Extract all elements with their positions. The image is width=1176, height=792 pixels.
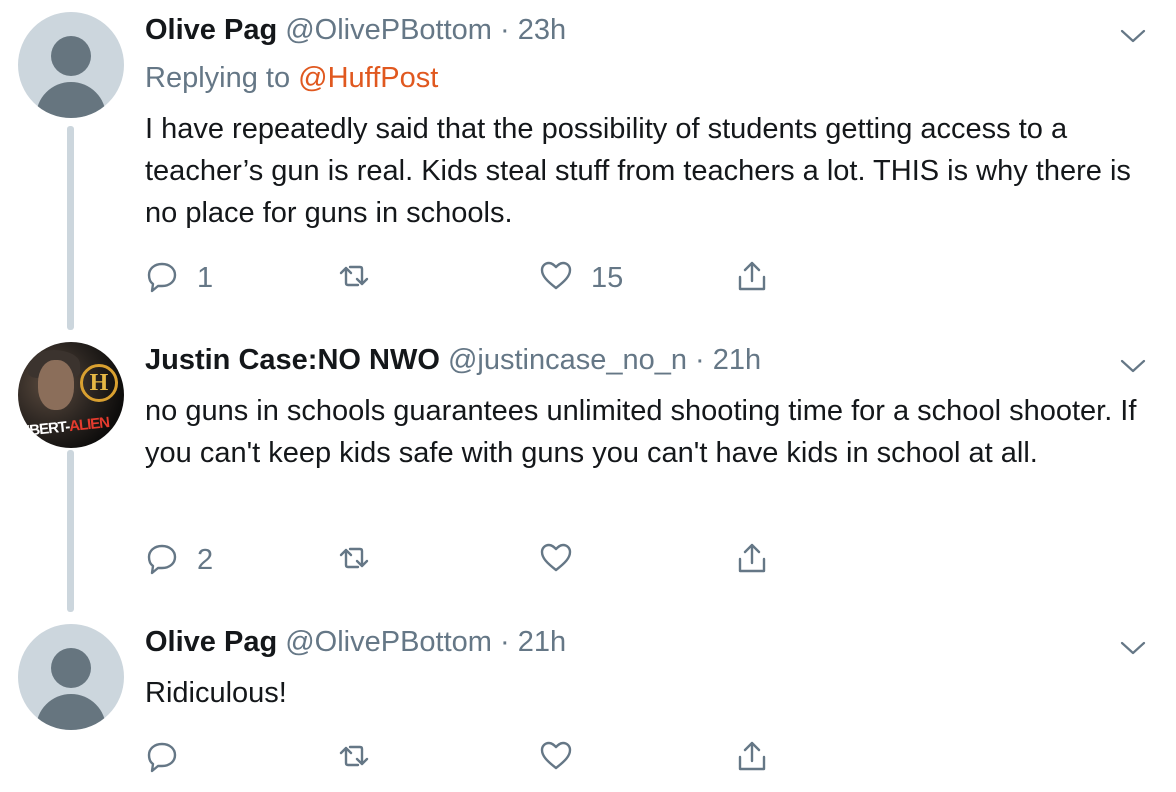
share-button[interactable] [735,736,769,780]
tweet-header: Justin Case:NO NWO @justincase_no_n · 21… [145,344,761,384]
reply-button[interactable] [145,736,197,780]
share-icon [735,541,769,580]
reply-icon [145,739,179,778]
avatar[interactable] [18,624,124,730]
share-icon [735,739,769,778]
reply-button[interactable]: 2 [145,538,213,582]
channel-logo: H [80,364,118,402]
tweet-actions: 2 [145,538,845,582]
like-count: 15 [591,261,624,294]
tweet-header: Olive Pag @OlivePBottom · 23h [145,14,566,54]
reply-count: 2 [197,543,214,576]
share-icon [735,259,769,298]
chevron-down-icon[interactable] [1118,356,1148,376]
chevron-down-icon[interactable] [1118,638,1148,658]
tweet-actions: 1 15 [145,256,845,300]
default-avatar-head [51,36,91,76]
user-handle[interactable]: @OlivePBottom [285,14,492,46]
avatar-banner-text: LIBERT-ALIEN [18,414,110,441]
avatar[interactable] [18,12,124,118]
default-avatar-head [51,648,91,688]
replying-to-label: Replying to [145,62,291,94]
tweet-actions [145,736,845,780]
like-button[interactable] [539,736,591,780]
default-avatar-body [36,82,106,118]
tweet-text: no guns in schools guarantees unlimited … [145,395,1137,469]
tweet-text: Ridiculous! [145,677,287,709]
timestamp[interactable]: 21h [713,344,761,376]
tweet[interactable]: H LIBERT-ALIEN Justin Case:NO NWO @justi… [0,330,1176,612]
reply-button[interactable]: 1 [145,256,213,300]
reply-count: 1 [197,261,214,294]
display-name[interactable]: Olive Pag [145,626,277,658]
user-handle[interactable]: @justincase_no_n [448,344,687,376]
retweet-button[interactable] [337,538,389,582]
tweet[interactable]: Olive Pag @OlivePBottom · 23h Replying t… [0,0,1176,330]
tweet-text: I have repeatedly said that the possibil… [145,113,1131,229]
separator-dot: · [686,344,713,376]
tweet-header: Olive Pag @OlivePBottom · 21h [145,626,566,666]
timestamp[interactable]: 21h [518,626,566,658]
avatar[interactable]: H LIBERT-ALIEN [18,342,124,448]
tweet[interactable]: Olive Pag @OlivePBottom · 21h Ridiculous… [0,612,1176,792]
default-avatar-body [36,694,106,730]
chevron-down-icon[interactable] [1118,26,1148,46]
retweet-icon [337,541,371,580]
display-name[interactable]: Olive Pag [145,14,277,46]
retweet-icon [337,259,371,298]
retweet-icon [337,739,371,778]
separator-dot: · [491,626,518,658]
heart-icon [539,541,573,580]
timestamp[interactable]: 23h [518,14,566,46]
like-button[interactable]: 15 [539,256,623,300]
user-handle[interactable]: @OlivePBottom [285,626,492,658]
share-button[interactable] [735,538,769,582]
heart-icon [539,259,573,298]
replying-to-line: Replying to @HuffPost [145,62,438,95]
display-name[interactable]: Justin Case:NO NWO [145,344,440,376]
retweet-button[interactable] [337,736,389,780]
retweet-button[interactable] [337,256,389,300]
separator-dot: · [491,14,518,46]
share-button[interactable] [735,256,769,300]
reply-icon [145,541,179,580]
like-button[interactable] [539,538,591,582]
avatar-figure-face [38,360,74,410]
mention-link[interactable]: @HuffPost [298,62,438,94]
reply-icon [145,259,179,298]
heart-icon [539,739,573,778]
